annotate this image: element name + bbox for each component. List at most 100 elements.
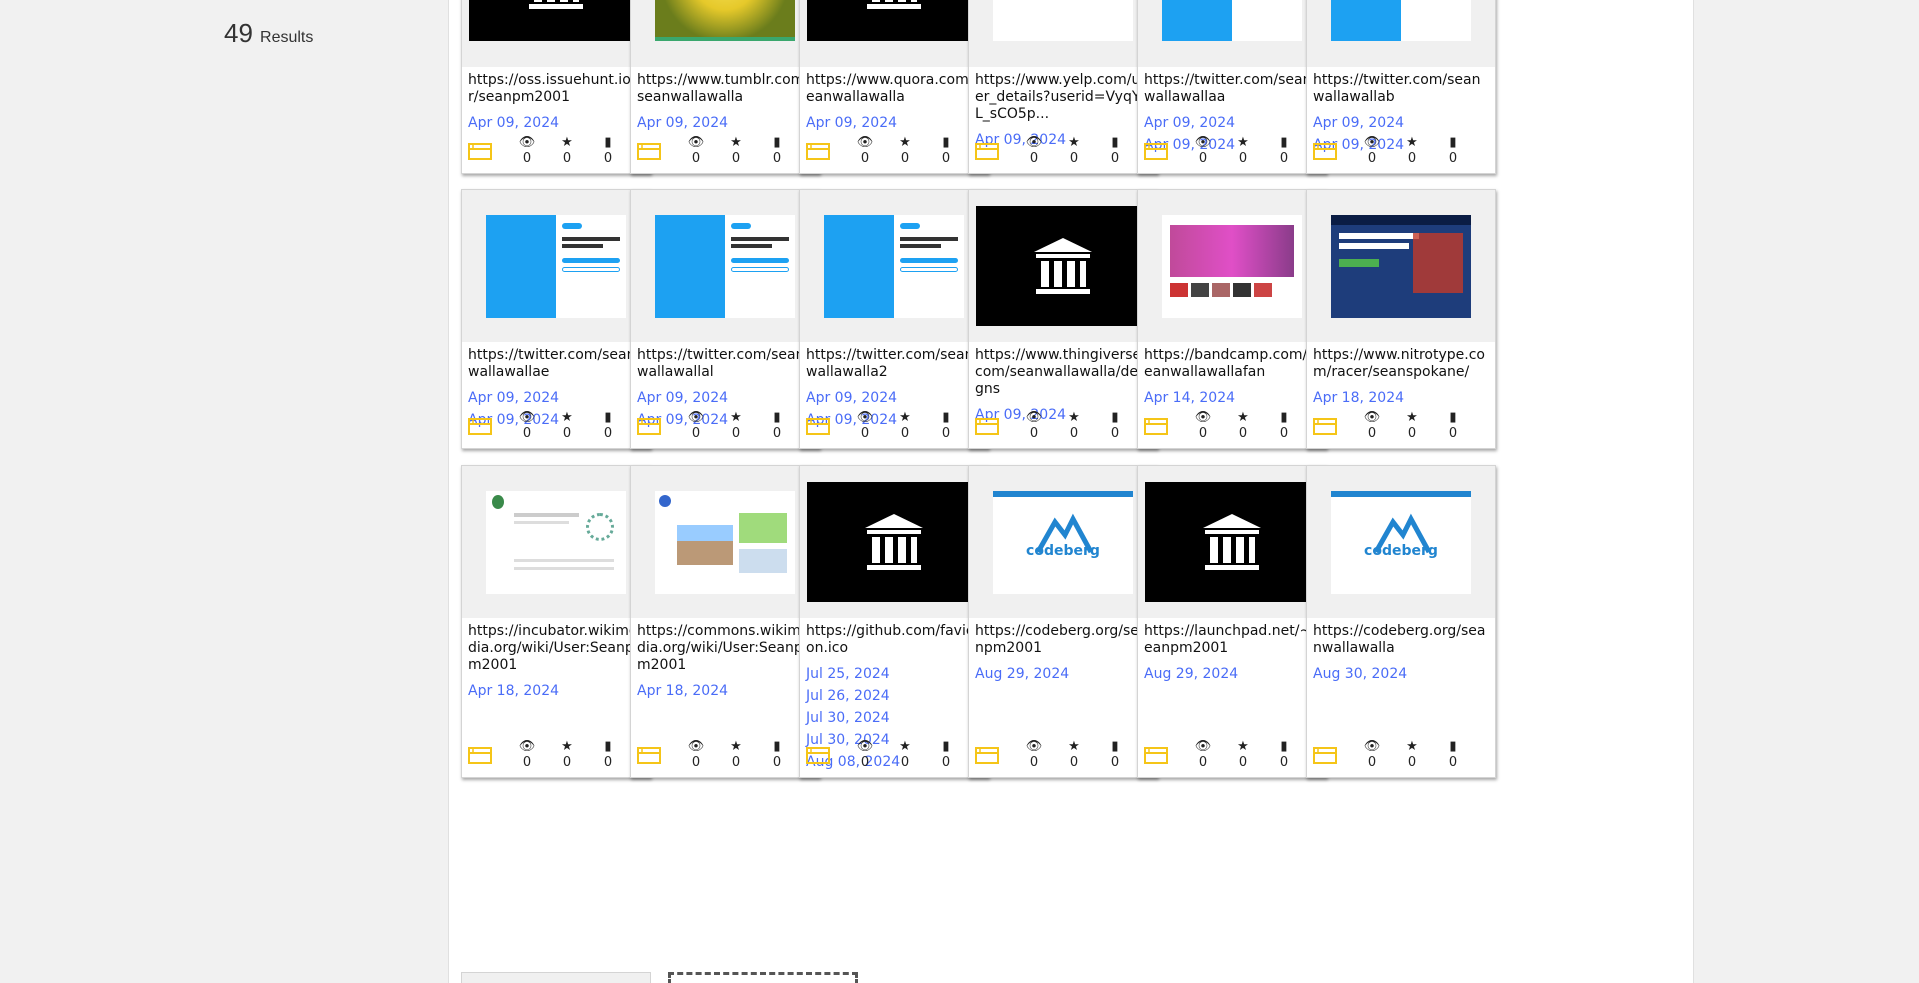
comment-icon: ▮ (1111, 410, 1119, 425)
capture-date-link[interactable]: Apr 18, 2024 (637, 680, 813, 702)
capture-date-link[interactable]: Apr 09, 2024 (468, 112, 644, 134)
result-card[interactable]: https://twitter.com/seanwallawallaa Apr 0… (1137, 0, 1327, 174)
svg-text:codeberg: codeberg (1026, 543, 1100, 559)
card-url-title[interactable]: https://github.com/favicon.ico (800, 618, 988, 657)
star-icon: ★ (1068, 410, 1080, 425)
capture-date-link[interactable]: Apr 18, 2024 (1313, 387, 1489, 409)
card-url-title[interactable]: https://incubator.wikimedia.org/wiki/Use… (462, 618, 650, 674)
card-thumbnail[interactable] (631, 466, 819, 618)
card-thumbnail[interactable]: codeberg (969, 466, 1157, 618)
card-thumbnail[interactable] (800, 0, 988, 67)
card-url-title[interactable]: https://twitter.com/seanwallawallaa (1138, 67, 1326, 106)
card-thumbnail[interactable] (1138, 0, 1326, 67)
result-card[interactable]: https://www.yelp.com/user_details?userid… (968, 0, 1158, 174)
card-url-title[interactable]: https://www.quora.com/seanwallawalla (800, 67, 988, 106)
comments-stat: ▮ 0 (767, 739, 787, 771)
partial-card[interactable] (461, 972, 651, 983)
card-url-title[interactable]: https://twitter.com/seanwallawallab (1307, 67, 1495, 106)
capture-date-link[interactable]: Apr 09, 2024 (637, 112, 813, 134)
card-thumbnail[interactable] (1138, 466, 1326, 618)
capture-dates: Aug 29, 2024 (1138, 657, 1326, 685)
card-thumbnail[interactable] (1307, 0, 1495, 67)
star-icon: ★ (1406, 410, 1418, 425)
views-count: 0 (691, 755, 701, 770)
card-url-title[interactable]: https://codeberg.org/seanpm2001 (969, 618, 1157, 657)
card-url-title[interactable]: https://www.tumblr.com/seanwallawalla (631, 67, 819, 106)
star-icon: ★ (1068, 739, 1080, 754)
capture-date-link[interactable]: Apr 18, 2024 (468, 680, 644, 702)
card-thumbnail[interactable] (969, 190, 1157, 342)
card-url-title[interactable]: https://oss.issuehunt.io/r/seanpm2001 (462, 67, 650, 106)
card-url-title[interactable]: https://twitter.com/seanwallawallae (462, 342, 650, 381)
result-card[interactable]: https://twitter.com/seanwallawalla2 Apr 0… (799, 189, 989, 449)
capture-date-link[interactable]: Jul 25, 2024 (806, 663, 982, 685)
card-url-title[interactable]: https://twitter.com/seanwallawallal (631, 342, 819, 381)
capture-date-link[interactable]: Apr 14, 2024 (1144, 387, 1320, 409)
card-thumbnail[interactable] (1138, 190, 1326, 342)
result-card[interactable]: https://github.com/favicon.ico Jul 25, 20… (799, 465, 989, 778)
card-thumbnail[interactable] (462, 466, 650, 618)
card-thumbnail[interactable] (462, 190, 650, 342)
card-stats: 👁 0 ★ 0 ▮ 0 (1138, 739, 1326, 771)
card-thumbnail[interactable] (1307, 190, 1495, 342)
favorites-stat: ★ 0 (726, 135, 746, 167)
card-thumbnail[interactable]: codeberg (1307, 466, 1495, 618)
comments-stat: ▮ 0 (1443, 410, 1463, 442)
card-stats: 👁 0 ★ 0 ▮ 0 (1307, 135, 1495, 167)
capture-date-link[interactable]: Aug 30, 2024 (1313, 663, 1489, 685)
comment-icon: ▮ (1449, 739, 1457, 754)
capture-date-link[interactable]: Apr 09, 2024 (637, 387, 813, 409)
card-url-title[interactable]: https://commons.wikimedia.org/wiki/User:… (631, 618, 819, 674)
card-thumbnail[interactable] (631, 190, 819, 342)
eye-icon: 👁 (518, 410, 536, 425)
capture-date-link[interactable]: Apr 09, 2024 (806, 387, 982, 409)
result-card[interactable]: https://commons.wikimedia.org/wiki/User:… (630, 465, 820, 778)
card-thumbnail[interactable] (462, 0, 650, 67)
upload-placeholder-card[interactable] (668, 972, 858, 983)
card-thumbnail[interactable] (800, 190, 988, 342)
capture-date-link[interactable]: Jul 26, 2024 (806, 685, 982, 707)
result-card[interactable]: https://bandcamp.com/seanwallawallafan Ap… (1137, 189, 1327, 449)
comments-count: 0 (603, 755, 613, 770)
result-card[interactable]: https://twitter.com/seanwallawallab Apr 0… (1306, 0, 1496, 174)
comments-count: 0 (1448, 755, 1458, 770)
card-url-title[interactable]: https://www.yelp.com/user_details?userid… (969, 67, 1157, 123)
result-card[interactable]: https://twitter.com/seanwallawallae Apr 0… (461, 189, 651, 449)
comment-icon: ▮ (773, 739, 781, 754)
views-stat: 👁 0 (1193, 410, 1213, 442)
result-card[interactable]: https://www.tumblr.com/seanwallawalla Apr… (630, 0, 820, 174)
card-url-title[interactable]: https://launchpad.net/~seanpm2001 (1138, 618, 1326, 657)
views-stat: 👁 0 (517, 135, 537, 167)
result-card[interactable]: https://www.quora.com/seanwallawalla Apr … (799, 0, 989, 174)
views-count: 0 (1198, 755, 1208, 770)
capture-date-link[interactable]: Apr 09, 2024 (1313, 112, 1489, 134)
card-url-title[interactable]: https://www.nitrotype.com/racer/seanspok… (1307, 342, 1495, 381)
web-collection-icon (975, 142, 999, 160)
card-thumbnail[interactable] (631, 0, 819, 67)
twitter-thumbnail (824, 214, 964, 318)
card-url-title[interactable]: https://www.thingiverse.com/seanwallawal… (969, 342, 1157, 398)
result-card[interactable]: https://oss.issuehunt.io/r/seanpm2001 Apr… (461, 0, 651, 174)
views-stat: 👁 0 (1024, 739, 1044, 771)
result-card[interactable]: https://www.nitrotype.com/racer/seanspok… (1306, 189, 1496, 449)
card-thumbnail[interactable] (969, 0, 1157, 67)
capture-date-link[interactable]: Aug 29, 2024 (975, 663, 1151, 685)
result-card[interactable]: https://www.thingiverse.com/seanwallawal… (968, 189, 1158, 449)
result-card[interactable]: https://twitter.com/seanwallawallal Apr 0… (630, 189, 820, 449)
result-card[interactable]: https://launchpad.net/~seanpm2001 Aug 29,… (1137, 465, 1327, 778)
capture-date-link[interactable]: Apr 09, 2024 (806, 112, 982, 134)
comments-stat: ▮ 0 (767, 410, 787, 442)
result-card[interactable]: https://incubator.wikimedia.org/wiki/Use… (461, 465, 651, 778)
result-card[interactable]: codeberg https://codeberg.org/seanwallawa… (1306, 465, 1496, 778)
card-url-title[interactable]: https://twitter.com/seanwallawalla2 (800, 342, 988, 381)
commons-thumbnail (655, 490, 795, 594)
card-url-title[interactable]: https://bandcamp.com/seanwallawallafan (1138, 342, 1326, 381)
card-url-title[interactable]: https://codeberg.org/seanwallawalla (1307, 618, 1495, 657)
capture-date-link[interactable]: Aug 29, 2024 (1144, 663, 1320, 685)
result-card[interactable]: codeberg https://codeberg.org/seanpm2001 A… (968, 465, 1158, 778)
capture-date-link[interactable]: Apr 09, 2024 (468, 387, 644, 409)
capture-date-link[interactable]: Apr 09, 2024 (1144, 112, 1320, 134)
eye-icon: 👁 (856, 135, 874, 150)
capture-date-link[interactable]: Jul 30, 2024 (806, 707, 982, 729)
card-thumbnail[interactable] (800, 466, 988, 618)
